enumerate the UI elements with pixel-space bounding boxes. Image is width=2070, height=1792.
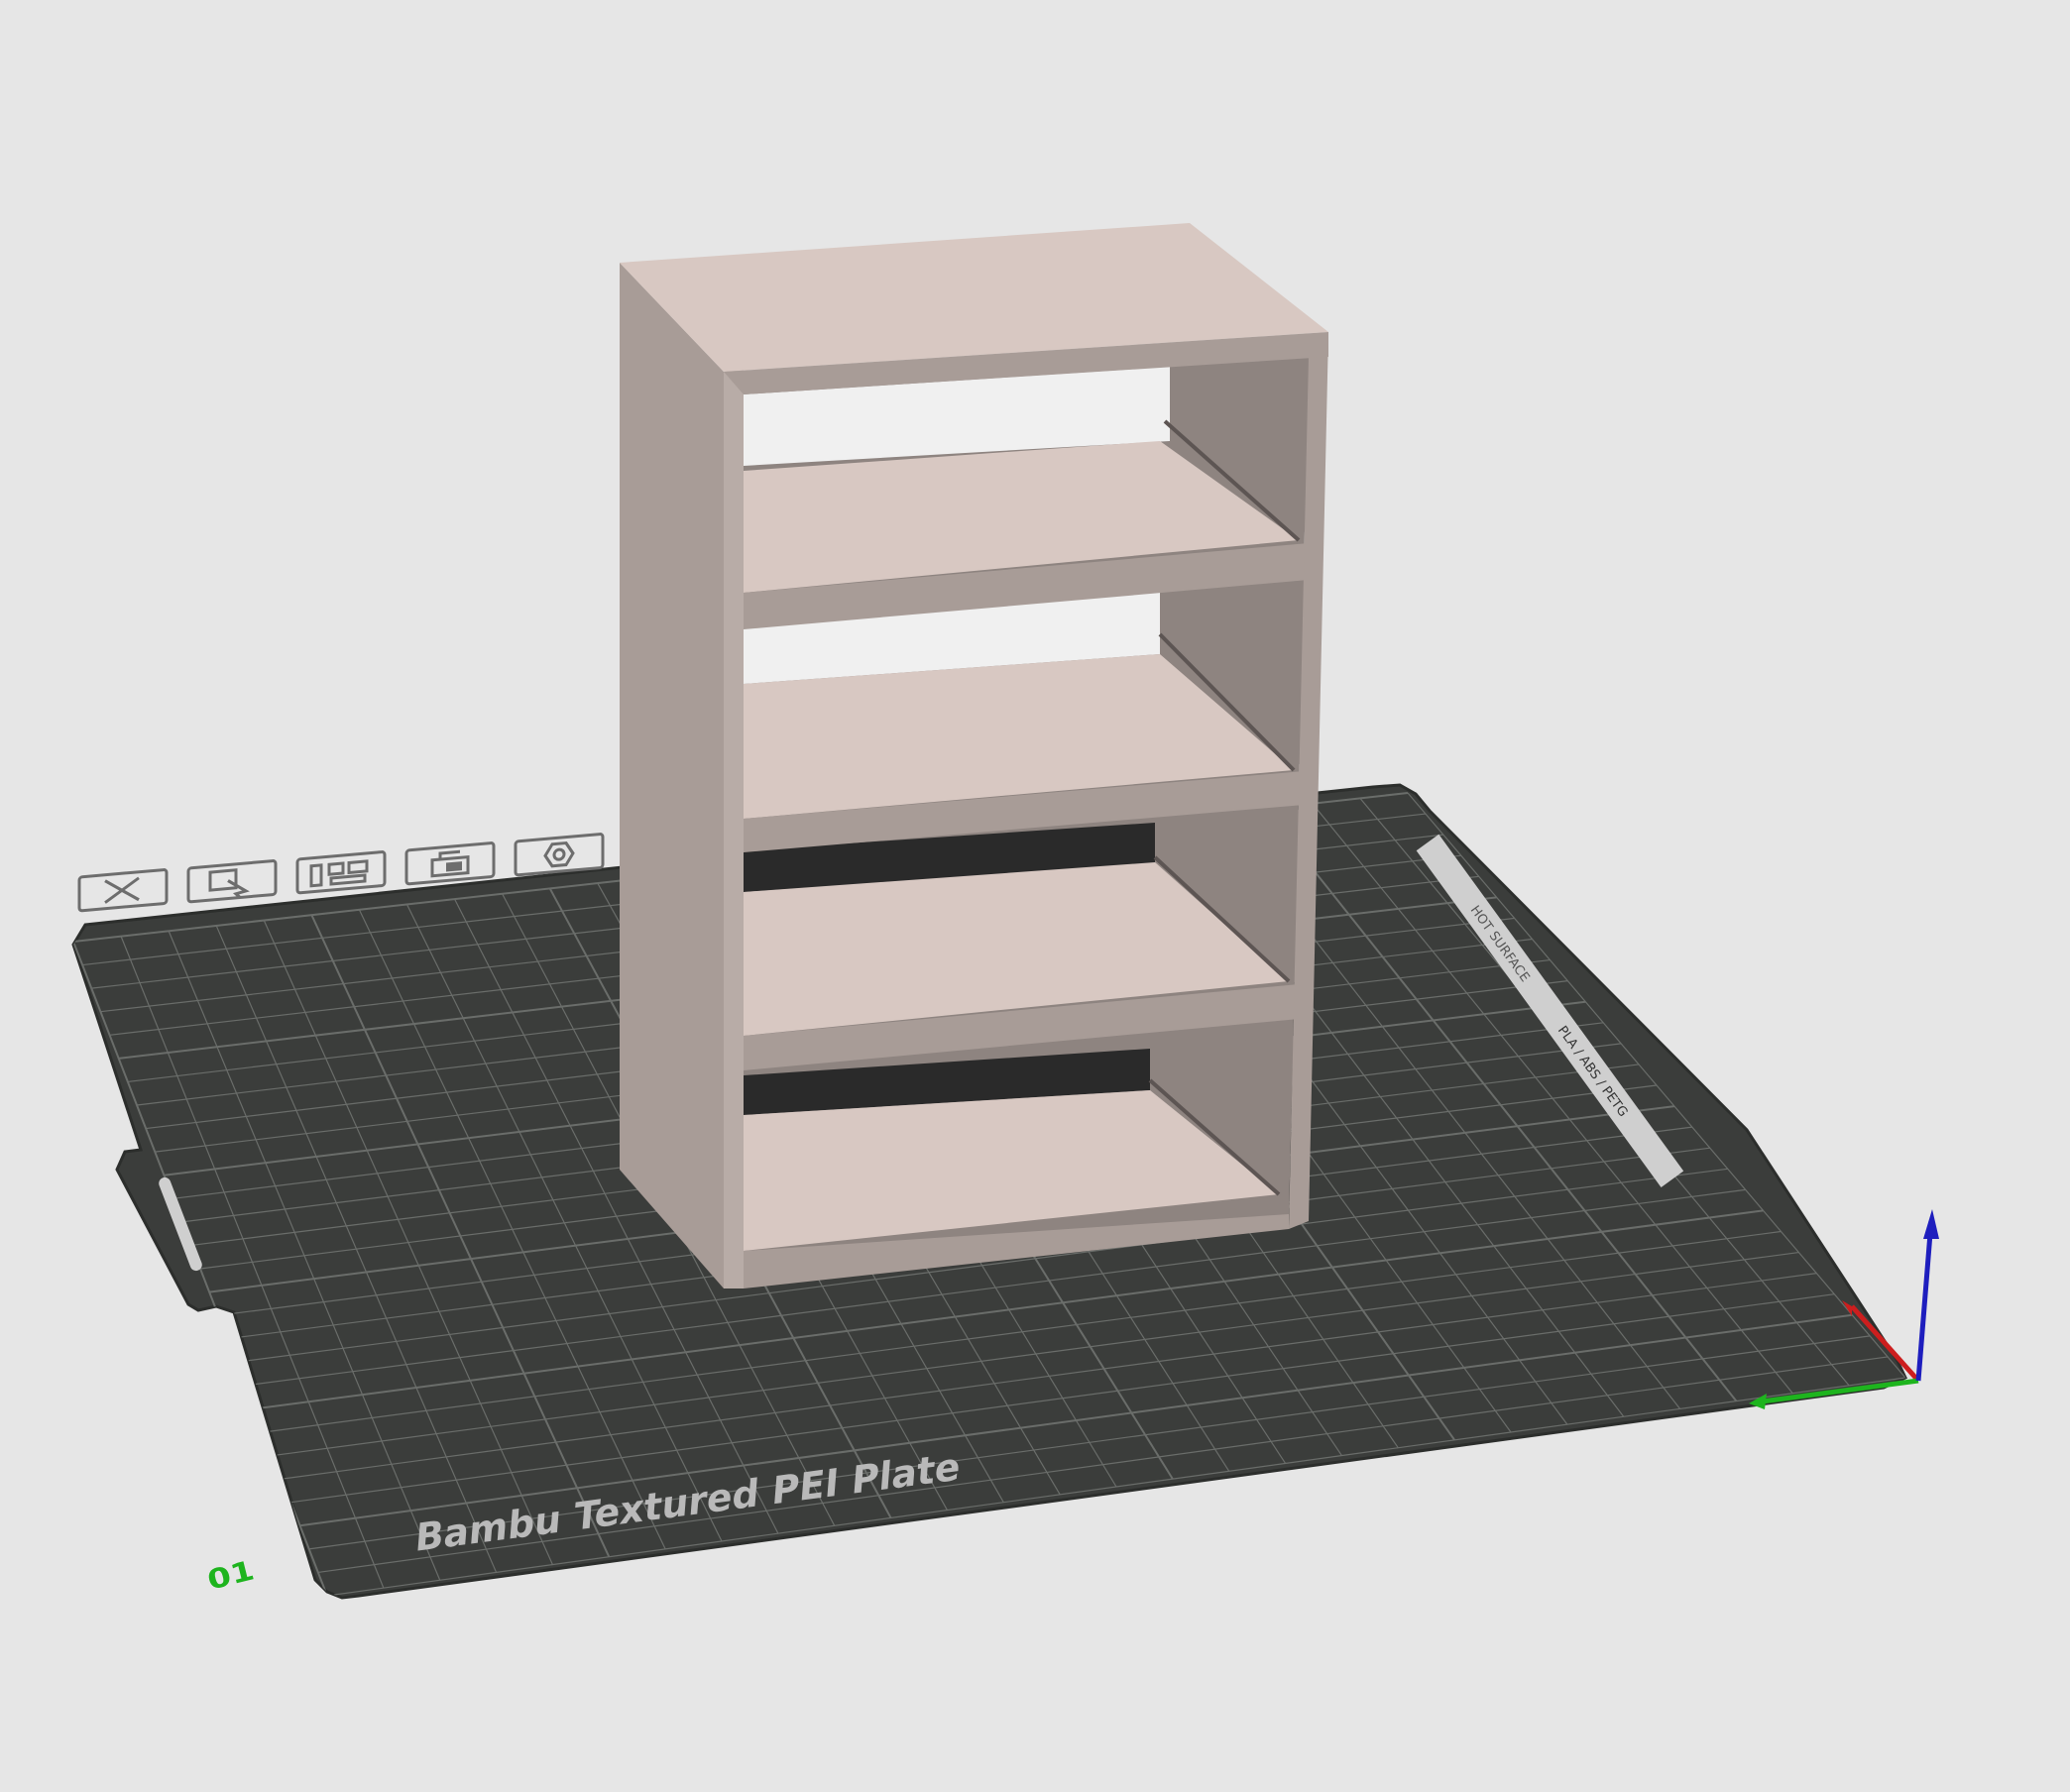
3d-viewport[interactable]: HOT SURFACE PLA / ABS / PETG Bambu Textu… (0, 0, 2070, 1788)
arrange-icon (309, 859, 369, 888)
shelf-left-side (620, 263, 724, 1288)
plate-settings-button[interactable] (514, 833, 605, 877)
shelf-front-left-edge (724, 369, 744, 1288)
z-axis (1915, 1220, 1934, 1382)
pick-icon (208, 868, 250, 899)
viewport-canvas: HOT SURFACE PLA / ABS / PETG Bambu Textu… (71, 223, 1939, 1600)
close-icon (104, 876, 140, 904)
delete-plate-button[interactable] (77, 868, 169, 913)
lock-icon (430, 849, 470, 878)
pick-plate-button[interactable] (186, 859, 278, 904)
gear-icon (543, 840, 575, 868)
plate-number-label: 01 (204, 1555, 258, 1597)
lock-plate-button[interactable] (404, 841, 496, 886)
arrange-plate-button[interactable] (295, 850, 387, 895)
shelf-model[interactable] (620, 223, 1328, 1288)
